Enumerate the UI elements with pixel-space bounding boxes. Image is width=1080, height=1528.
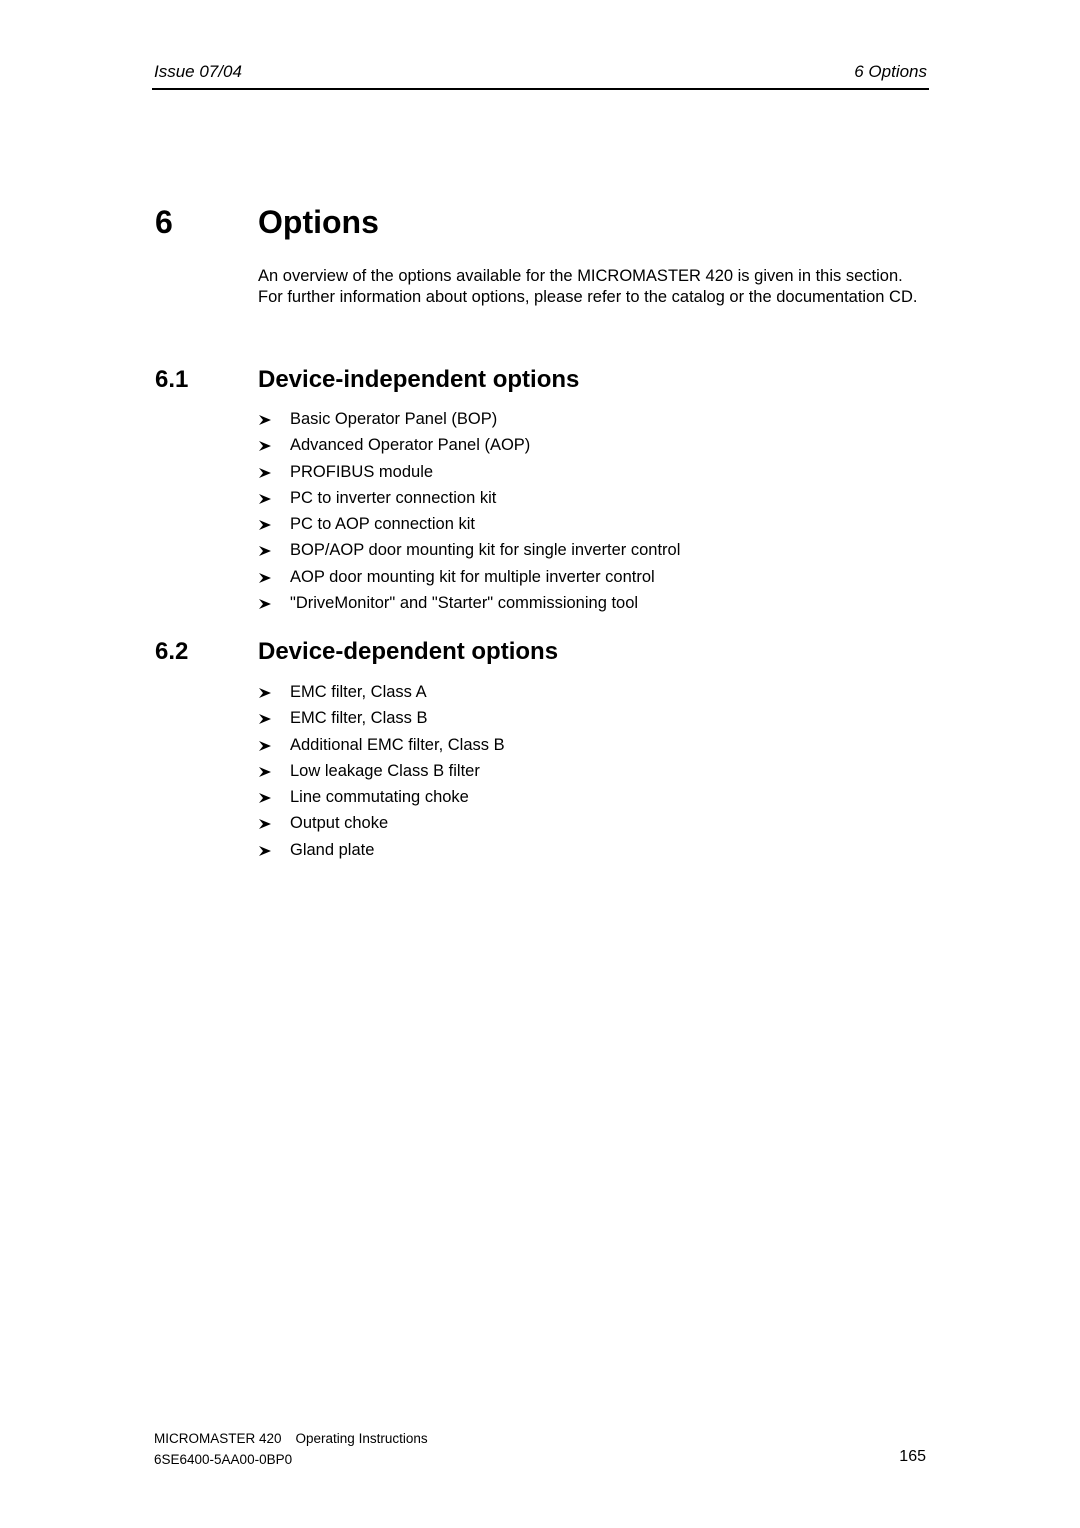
list-item-label: Advanced Operator Panel (AOP) xyxy=(290,436,531,455)
list-item-label: PROFIBUS module xyxy=(290,462,434,481)
list-item-label: PC to AOP connection kit xyxy=(290,515,475,534)
page-number: 165 xyxy=(899,1448,926,1465)
section-number: 6.1 xyxy=(155,366,189,393)
list-item-label: EMC filter, Class A xyxy=(290,683,427,701)
list-item-label: BOP/AOP door mounting kit for single inv… xyxy=(290,541,681,560)
arrowhead-bullet-icon xyxy=(259,520,271,531)
list-item-label: Low leakage Class B filter xyxy=(290,761,480,780)
chapter-title: Options xyxy=(258,204,379,240)
section-title: Device-dependent options xyxy=(258,638,559,665)
chapter-number: 6 xyxy=(155,204,173,240)
arrowhead-bullet-icon xyxy=(259,415,271,425)
issue-label: Issue 07/04 xyxy=(154,62,242,81)
list-item-label: PC to inverter connection kit xyxy=(290,488,497,507)
arrowhead-bullet-icon xyxy=(259,819,271,830)
list-item-label: Line commutating choke xyxy=(290,788,469,807)
chapter-reference: 6 Options xyxy=(854,62,927,81)
document-type: Operating Instructions xyxy=(295,1431,428,1446)
list-item-label: Output choke xyxy=(290,814,389,833)
arrowhead-bullet-icon xyxy=(259,493,271,504)
list-item-label: Additional EMC filter, Class B xyxy=(290,735,505,754)
arrowhead-bullet-icon xyxy=(259,546,271,557)
arrowhead-bullet-icon xyxy=(259,467,271,478)
list-item-label: EMC filter, Class B xyxy=(290,709,428,728)
arrowhead-bullet-icon xyxy=(259,441,271,452)
order-number: 6SE6400-5AA00-0BP0 xyxy=(154,1452,293,1467)
list-item-label: AOP door mounting kit for multiple inver… xyxy=(290,567,655,586)
arrowhead-bullet-icon xyxy=(259,793,271,804)
intro-paragraph: An overview of the options available for… xyxy=(258,267,918,306)
arrowhead-bullet-icon xyxy=(259,688,271,698)
arrowhead-bullet-icon xyxy=(259,766,271,777)
arrowhead-bullet-icon xyxy=(259,845,271,856)
list-item-label: "DriveMonitor" and "Starter" commissioni… xyxy=(290,594,639,613)
page-header: Issue 07/04 6 Options xyxy=(152,60,929,90)
list-item-label: Basic Operator Panel (BOP) xyxy=(290,410,498,428)
arrowhead-bullet-icon xyxy=(259,740,271,751)
arrowhead-bullet-icon xyxy=(259,599,271,610)
list-item-label: Gland plate xyxy=(290,840,375,859)
product-name: MICROMASTER 420 xyxy=(154,1431,282,1446)
section-number: 6.2 xyxy=(155,638,189,665)
arrowhead-bullet-icon xyxy=(259,572,271,583)
arrowhead-bullet-icon xyxy=(259,714,271,725)
footer-title-line: MICROMASTER 420 Operating Instructions xyxy=(154,1431,428,1446)
section-title: Device-independent options xyxy=(258,366,580,393)
